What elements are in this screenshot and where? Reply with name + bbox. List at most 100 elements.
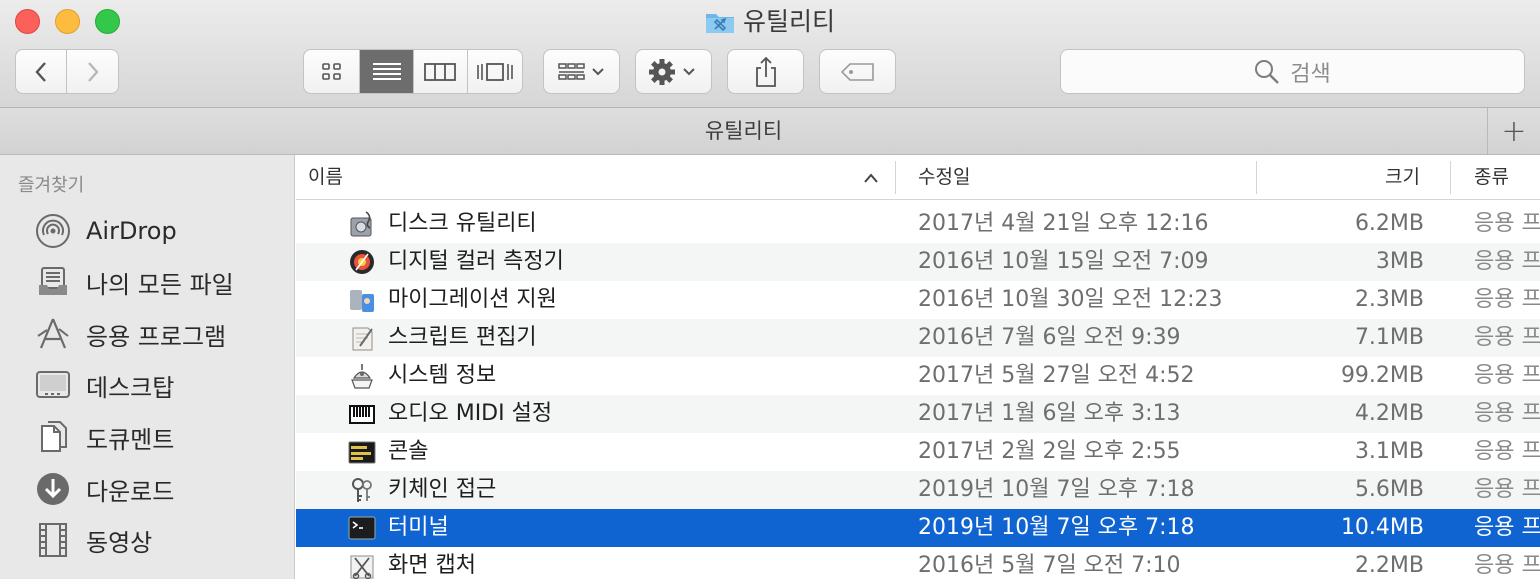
file-row[interactable]: 오디오 MIDI 설정 2017년 1월 6일 오후 3:13 4.2MB 응용… <box>296 395 1540 433</box>
file-kind: 응용 프 <box>1474 515 1540 540</box>
chevron-left-icon <box>35 61 46 82</box>
share-button[interactable] <box>727 49 804 94</box>
file-name: 시스템 정보 <box>388 363 497 388</box>
view-mode-control <box>303 49 523 94</box>
columns-icon <box>424 62 457 81</box>
file-name: 오디오 MIDI 설정 <box>388 401 553 426</box>
action-menu-button[interactable] <box>635 49 712 94</box>
airdrop-icon <box>34 212 72 250</box>
file-kind: 응용 프 <box>1474 477 1540 502</box>
file-name: 터미널 <box>388 515 449 540</box>
file-name: 디지털 컬러 측정기 <box>388 249 564 274</box>
sidebar-item-desktop[interactable]: 데스크탑 <box>34 365 174 405</box>
sort-ascending-icon <box>864 173 878 183</box>
utilities-folder-icon <box>705 10 735 42</box>
sidebar-item-label: 도큐멘트 <box>86 425 175 454</box>
grid-icon <box>321 62 341 80</box>
column-view-button[interactable] <box>414 50 468 93</box>
edit-tags-button[interactable] <box>819 49 896 94</box>
file-row[interactable]: 화면 캡처 2016년 5월 7일 오전 7:10 2.2MB 응용 프 <box>296 547 1540 579</box>
terminal-icon <box>348 516 376 540</box>
file-kind: 응용 프 <box>1474 363 1540 388</box>
sidebar-item-all-files[interactable]: 나의 모든 파일 <box>34 262 234 302</box>
file-size: 4.2MB <box>1354 401 1424 426</box>
file-size: 6.2MB <box>1354 211 1424 236</box>
list-view-button[interactable] <box>360 50 414 93</box>
path-bar-label: 유틸리티 <box>704 119 783 143</box>
column-header-size[interactable]: 크기 <box>1385 155 1420 200</box>
sidebar-item-label: 나의 모든 파일 <box>86 270 234 299</box>
tag-icon <box>840 62 874 81</box>
file-row[interactable]: 키체인 접근 2019년 10월 7일 오후 7:18 5.6MB 응용 프 <box>296 471 1540 509</box>
sidebar-item-applications[interactable]: 응용 프로그램 <box>34 314 226 354</box>
all-files-icon <box>34 263 72 301</box>
list-icon <box>372 62 401 80</box>
downloads-icon <box>34 470 72 508</box>
back-button[interactable] <box>16 50 68 93</box>
cover-flow-view-button[interactable] <box>468 50 522 93</box>
file-kind: 응용 프 <box>1474 249 1540 274</box>
file-kind: 응용 프 <box>1474 211 1540 236</box>
arrange-button[interactable] <box>543 49 620 94</box>
column-header-row: 이름 수정일 크기 종류 <box>296 155 1540 200</box>
file-date: 2016년 5월 7일 오전 7:10 <box>918 553 1181 578</box>
sidebar-item-documents[interactable]: 도큐멘트 <box>34 417 174 457</box>
window-toolbar: 유틸리티 검색 <box>0 0 1540 108</box>
file-size: 2.3MB <box>1354 287 1424 312</box>
system-information-icon <box>351 364 373 389</box>
file-kind: 응용 프 <box>1474 287 1540 312</box>
file-row[interactable]: 디지털 컬러 측정기 2016년 10월 15일 오전 7:09 3MB 응용 … <box>296 243 1540 281</box>
file-date: 2019년 10월 7일 오후 7:18 <box>918 477 1195 502</box>
new-tab-button[interactable]: + <box>1487 108 1540 154</box>
file-row[interactable]: 시스템 정보 2017년 5월 27일 오전 4:52 99.2MB 응용 프 <box>296 357 1540 395</box>
window-title-text: 유틸리티 <box>742 7 835 36</box>
window-title: 유틸리티 <box>0 6 1540 42</box>
file-date: 2016년 10월 30일 오전 12:23 <box>918 287 1223 312</box>
console-icon <box>348 441 376 464</box>
keychain-icon <box>352 478 372 502</box>
file-row-selected[interactable]: 터미널 2019년 10월 7일 오후 7:18 10.4MB 응용 프 <box>296 509 1540 547</box>
column-header-date[interactable]: 수정일 <box>918 155 970 200</box>
file-row[interactable]: 마이그레이션 지원 2016년 10월 30일 오전 12:23 2.3MB 응… <box>296 281 1540 319</box>
sidebar-item-label: 데스크탑 <box>86 373 175 402</box>
file-name: 마이그레이션 지원 <box>388 287 557 312</box>
applications-icon <box>34 315 72 353</box>
file-row[interactable]: 디스크 유틸리티 2017년 4월 21일 오후 12:16 6.2MB 응용 … <box>296 205 1540 243</box>
forward-button[interactable] <box>67 50 118 93</box>
search-input[interactable]: 검색 <box>1060 49 1525 94</box>
file-date: 2016년 7월 6일 오전 9:39 <box>918 325 1181 350</box>
search-placeholder: 검색 <box>1290 61 1331 87</box>
gear-icon <box>648 58 695 85</box>
file-date: 2017년 5월 27일 오전 4:52 <box>918 363 1195 388</box>
sidebar: 즐겨찾기 AirDrop 나의 모든 파일 응용 프로그램 데스크탑 도큐멘트 … <box>0 155 295 579</box>
file-name: 키체인 접근 <box>388 477 497 502</box>
icon-view-button[interactable] <box>304 50 361 93</box>
file-size: 5.6MB <box>1354 477 1424 502</box>
sidebar-item-label: 동영상 <box>86 528 153 557</box>
migration-assistant-icon <box>350 290 374 312</box>
script-editor-icon <box>352 327 373 351</box>
file-name: 스크립트 편집기 <box>388 325 537 350</box>
sidebar-item-label: 응용 프로그램 <box>86 322 227 351</box>
sidebar-item-downloads[interactable]: 다운로드 <box>34 469 174 509</box>
file-size: 2.2MB <box>1354 553 1424 578</box>
file-kind: 응용 프 <box>1474 325 1540 350</box>
column-header-kind[interactable]: 종류 <box>1474 155 1509 200</box>
arrange-icon <box>557 62 604 80</box>
movies-icon <box>34 521 72 559</box>
column-header-name[interactable]: 이름 <box>308 155 343 200</box>
file-name: 화면 캡처 <box>388 553 476 578</box>
back-forward-control <box>15 49 119 94</box>
file-row[interactable]: 콘솔 2017년 2월 2일 오후 2:55 3.1MB 응용 프 <box>296 433 1540 471</box>
file-date: 2017년 1월 6일 오후 3:13 <box>918 401 1181 426</box>
file-size: 3.1MB <box>1354 439 1424 464</box>
file-name: 콘솔 <box>388 439 429 464</box>
file-row[interactable]: 스크립트 편집기 2016년 7월 6일 오전 9:39 7.1MB 응용 프 <box>296 319 1540 357</box>
file-date: 2019년 10월 7일 오후 7:18 <box>918 515 1195 540</box>
sidebar-item-airdrop[interactable]: AirDrop <box>34 211 177 251</box>
file-name: 디스크 유틸리티 <box>388 211 537 236</box>
sidebar-item-movies[interactable]: 동영상 <box>34 520 152 560</box>
path-bar: 유틸리티 + <box>0 108 1540 155</box>
file-size: 99.2MB <box>1340 363 1424 388</box>
color-meter-icon <box>350 250 374 274</box>
